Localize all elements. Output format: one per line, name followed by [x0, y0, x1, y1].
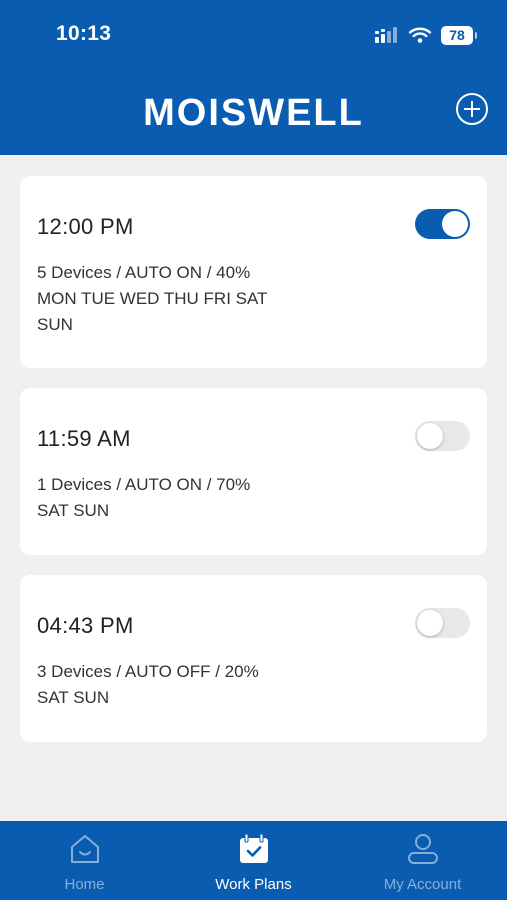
plan-toggle[interactable]: [415, 421, 470, 451]
plan-card[interactable]: 04:43 PM 3 Devices / AUTO OFF / 20% SAT …: [20, 575, 487, 742]
tab-bar: Home Work Plans My Account: [0, 821, 507, 900]
plan-time: 11:59 AM: [37, 426, 131, 451]
cellular-signal-icon: [375, 27, 397, 43]
brand-logo: MOISWELL: [143, 92, 364, 134]
plan-card[interactable]: 11:59 AM 1 Devices / AUTO ON / 70% SAT S…: [20, 388, 487, 555]
plan-time: 04:43 PM: [37, 613, 134, 638]
app-header: 10:13 78 MOISWELL: [0, 0, 507, 155]
plan-days: MON TUE WED THU FRI SAT SUN: [37, 289, 268, 334]
add-plan-button[interactable]: [456, 93, 488, 125]
plan-summary: 3 Devices / AUTO OFF / 20%: [37, 662, 259, 681]
plan-list: 12:00 PM 5 Devices / AUTO ON / 40% MON T…: [20, 176, 487, 762]
plan-toggle[interactable]: [415, 209, 470, 239]
user-icon: [407, 834, 438, 864]
plan-toggle[interactable]: [415, 608, 470, 638]
plan-days: SAT SUN: [37, 501, 110, 520]
tab-work-plans[interactable]: Work Plans: [169, 821, 338, 900]
plan-days: SAT SUN: [37, 688, 110, 707]
plan-time: 12:00 PM: [37, 214, 134, 239]
tab-my-account[interactable]: My Account: [338, 821, 507, 900]
battery-icon: 78: [441, 25, 477, 45]
wifi-icon: [409, 27, 431, 43]
toggle-knob: [442, 211, 468, 237]
plan-card[interactable]: 12:00 PM 5 Devices / AUTO ON / 40% MON T…: [20, 176, 487, 368]
tab-label: My Account: [383, 876, 462, 893]
tab-home[interactable]: Home: [0, 821, 169, 900]
home-icon: [70, 835, 99, 863]
plan-summary: 5 Devices / AUTO ON / 40%: [37, 263, 251, 282]
status-time: 10:13: [56, 22, 112, 45]
toggle-knob: [417, 423, 443, 449]
tab-label: Home: [64, 876, 105, 893]
tab-label: Work Plans: [215, 876, 292, 893]
work-plans-screen: 10:13 78 MOISWELL 12:00 PM 5 Devices / A…: [0, 0, 507, 900]
toggle-knob: [417, 610, 443, 636]
calendar-check-icon: [239, 833, 268, 863]
plan-summary: 1 Devices / AUTO ON / 70%: [37, 475, 251, 494]
status-icons: 78: [375, 22, 477, 48]
